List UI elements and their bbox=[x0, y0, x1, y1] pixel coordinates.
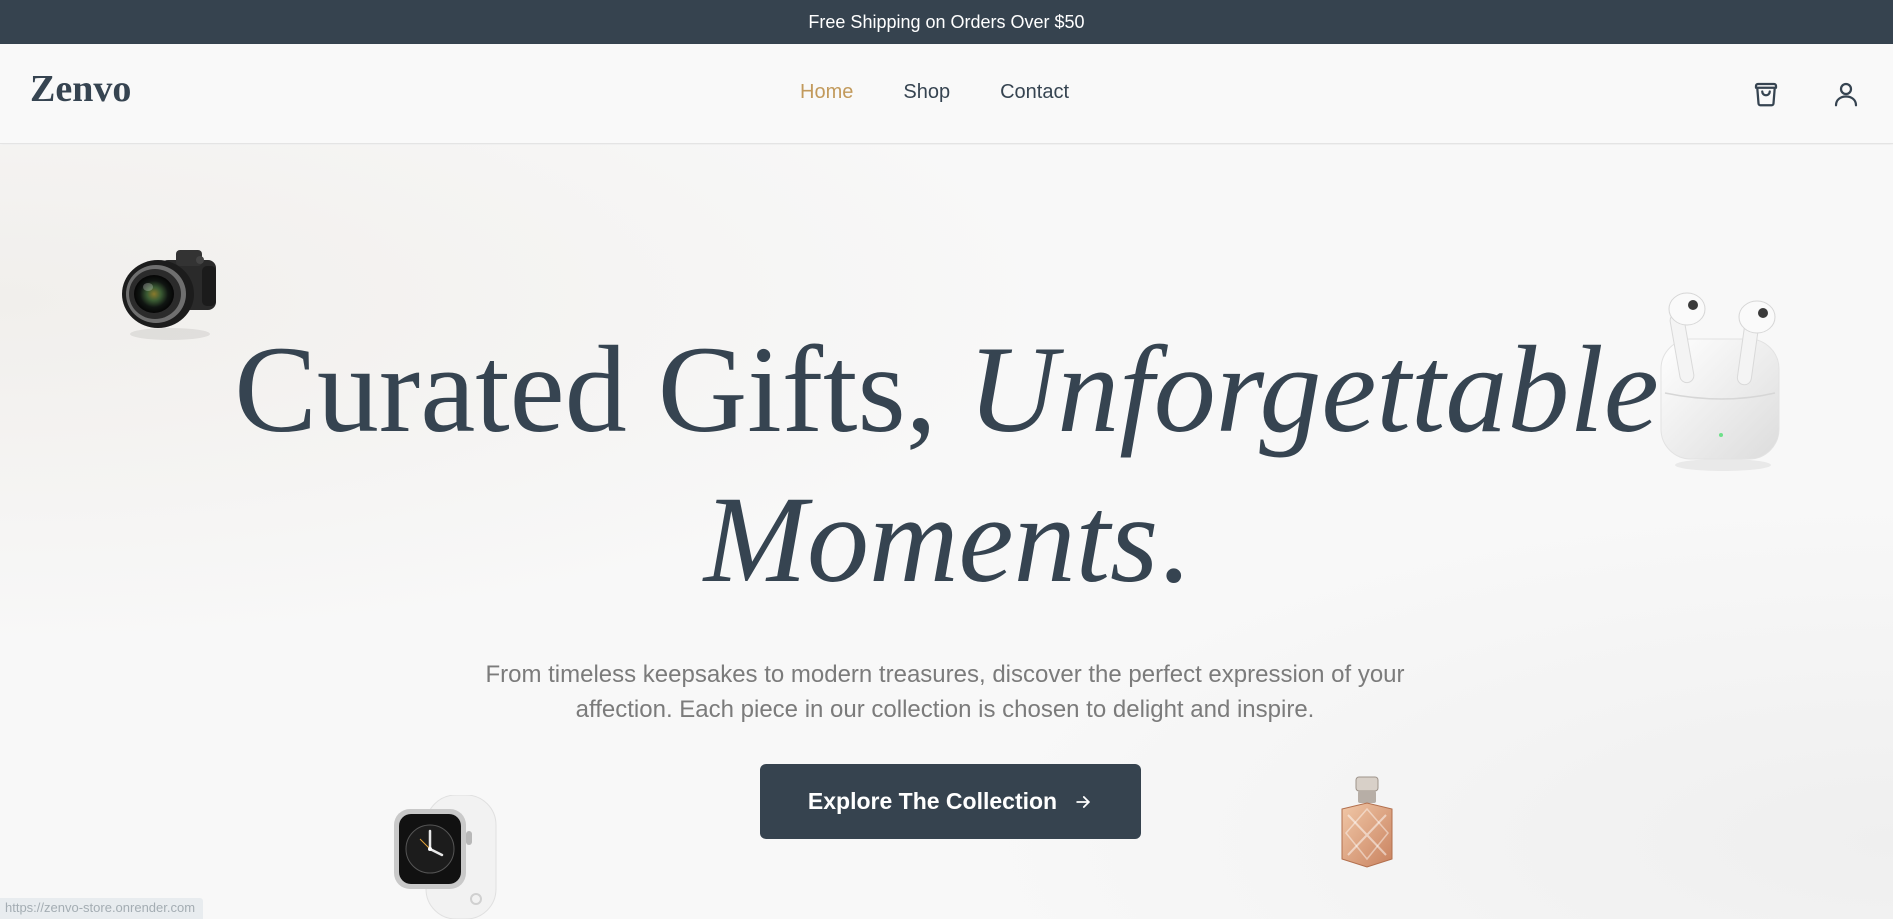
smartwatch-product-image bbox=[394, 795, 497, 919]
user-icon bbox=[1834, 82, 1858, 107]
navbar: Zenvo Home Shop Contact bbox=[0, 44, 1893, 144]
account-button[interactable] bbox=[1828, 76, 1864, 112]
hero-subtext: From timeless keepsakes to modern treasu… bbox=[485, 661, 1405, 723]
logo[interactable]: Zenvo bbox=[30, 70, 131, 108]
nav-link-contact[interactable]: Contact bbox=[1000, 82, 1069, 102]
explore-collection-button[interactable]: Explore The Collection bbox=[760, 764, 1141, 839]
headline-italic-2: Moments bbox=[703, 471, 1159, 608]
shopping-bag-icon bbox=[1754, 82, 1778, 107]
hero-section: Curated Gifts, Unforgettable Moments. Fr… bbox=[0, 145, 1893, 919]
nav-link-home[interactable]: Home bbox=[800, 82, 853, 102]
perfume-product-image bbox=[1341, 776, 1393, 868]
nav-links: Home Shop Contact bbox=[800, 82, 1069, 102]
headline-regular: Curated Gifts, bbox=[234, 321, 968, 458]
cart-button[interactable] bbox=[1748, 76, 1784, 112]
status-bar-url: https://zenvo-store.onrender.com bbox=[0, 898, 204, 919]
arrow-right-icon bbox=[1076, 795, 1090, 808]
announcement-bar: Free Shipping on Orders Over $50 bbox=[0, 0, 1893, 44]
announcement-text: Free Shipping on Orders Over $50 bbox=[808, 11, 1085, 32]
hero-headline: Curated Gifts, Unforgettable Moments. bbox=[0, 315, 1893, 615]
cta-label: Explore The Collection bbox=[807, 788, 1058, 814]
headline-end: . bbox=[1158, 471, 1190, 608]
nav-link-shop[interactable]: Shop bbox=[903, 82, 950, 102]
headline-italic-1: Unforgettable bbox=[967, 321, 1659, 458]
